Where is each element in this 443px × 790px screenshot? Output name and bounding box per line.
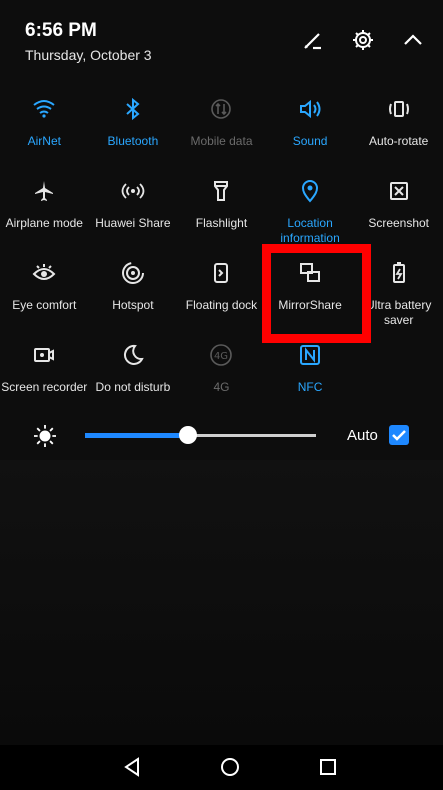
screenshot-icon	[386, 178, 412, 204]
brightness-slider-fill	[85, 433, 188, 438]
floating-dock-icon	[208, 260, 234, 286]
tile-label: Mobile data	[190, 134, 253, 148]
hotspot-icon	[120, 260, 146, 286]
tile-mobile-data[interactable]: Mobile data	[177, 92, 266, 174]
tile-label: Huawei Share	[95, 216, 171, 230]
location-icon	[297, 178, 323, 204]
tile-label: Floating dock	[185, 298, 258, 312]
mobile-data-icon	[208, 96, 234, 122]
brightness-icon	[34, 425, 56, 447]
tile-row: Airplane mode Huawei Share Flashlight Locat…	[0, 174, 443, 256]
tile-do-not-disturb[interactable]: Do not disturb	[89, 338, 178, 420]
navigation-bar	[0, 745, 443, 790]
settings-icon[interactable]	[351, 28, 375, 52]
screen-recorder-icon	[31, 342, 57, 368]
back-icon[interactable]	[120, 755, 144, 779]
check-icon	[392, 430, 406, 441]
time-text: 6:56 PM	[25, 20, 97, 41]
status-header: 6:56 PM Thursday, October 3	[25, 20, 152, 63]
header-actions	[301, 28, 425, 52]
date-text: Thursday, October 3	[25, 47, 152, 63]
tile-nfc[interactable]: NFC	[266, 338, 355, 420]
brightness-row: Auto	[0, 415, 443, 455]
tile-huawei-share[interactable]: Huawei Share	[89, 174, 178, 256]
tile-label: Eye comfort	[12, 298, 77, 312]
bluetooth-icon	[120, 96, 146, 122]
battery-saver-icon	[386, 260, 412, 286]
tile-label: 4G	[213, 380, 230, 394]
tile-airplane-mode[interactable]: Airplane mode	[0, 174, 89, 256]
sound-icon	[297, 96, 323, 122]
nfc-icon	[297, 342, 323, 368]
tile-flashlight[interactable]: Flashlight	[177, 174, 266, 256]
auto-rotate-icon	[386, 96, 412, 122]
tile-airnet[interactable]: AirNet	[0, 92, 89, 174]
brightness-slider-thumb[interactable]	[179, 426, 197, 444]
tile-label: Screenshot	[368, 216, 430, 230]
tile-label: Flashlight	[195, 216, 248, 230]
tile-label: Hotspot	[112, 298, 154, 312]
mirrorshare-highlight	[262, 244, 371, 343]
flashlight-icon	[208, 178, 234, 204]
tile-auto-rotate[interactable]: Auto-rotate	[354, 92, 443, 174]
auto-brightness-label: Auto	[347, 427, 378, 444]
tile-label: NFC	[297, 380, 323, 394]
tile-label: Sound	[292, 134, 328, 148]
4g-icon: 4G	[208, 342, 234, 368]
tile-label: Bluetooth	[107, 134, 159, 148]
recents-icon[interactable]	[316, 755, 340, 779]
eye-comfort-icon	[31, 260, 57, 286]
edit-icon[interactable]	[301, 28, 325, 52]
tile-row: AirNet Bluetooth Mobile data Sound Auto-rota…	[0, 92, 443, 174]
tile-sound[interactable]: Sound	[266, 92, 355, 174]
do-not-disturb-icon	[120, 342, 146, 368]
svg-text:4G: 4G	[214, 351, 228, 362]
tile-screen-recorder[interactable]: Screen recorder	[0, 338, 89, 420]
quick-settings-grid: AirNet Bluetooth Mobile data Sound Auto-rota…	[0, 92, 443, 420]
tile-label: Airplane mode	[5, 216, 83, 230]
tile-row: Screen recorder Do not disturb 4G 4G NFC	[0, 338, 443, 420]
tile-hotspot[interactable]: Hotspot	[89, 256, 178, 338]
tile-bluetooth[interactable]: Bluetooth	[89, 92, 178, 174]
tile-row: Eye comfort Hotspot Floating dock MirrorSha…	[0, 256, 443, 338]
wifi-icon	[31, 96, 57, 122]
tile-label: Auto-rotate	[368, 134, 429, 148]
home-icon[interactable]	[218, 755, 242, 779]
collapse-icon[interactable]	[401, 28, 425, 52]
tile-eye-comfort[interactable]: Eye comfort	[0, 256, 89, 338]
tile-label: Screen recorder	[1, 380, 88, 394]
tile-label: Do not disturb	[95, 380, 171, 394]
background	[0, 460, 443, 745]
tile-label: Location information	[280, 216, 340, 245]
auto-brightness-checkbox[interactable]	[389, 425, 409, 445]
tile-4g[interactable]: 4G 4G	[177, 338, 266, 420]
tile-floating-dock[interactable]: Floating dock	[177, 256, 266, 338]
huawei-share-icon	[120, 178, 146, 204]
tile-label: AirNet	[27, 134, 61, 148]
airplane-icon	[31, 178, 57, 204]
